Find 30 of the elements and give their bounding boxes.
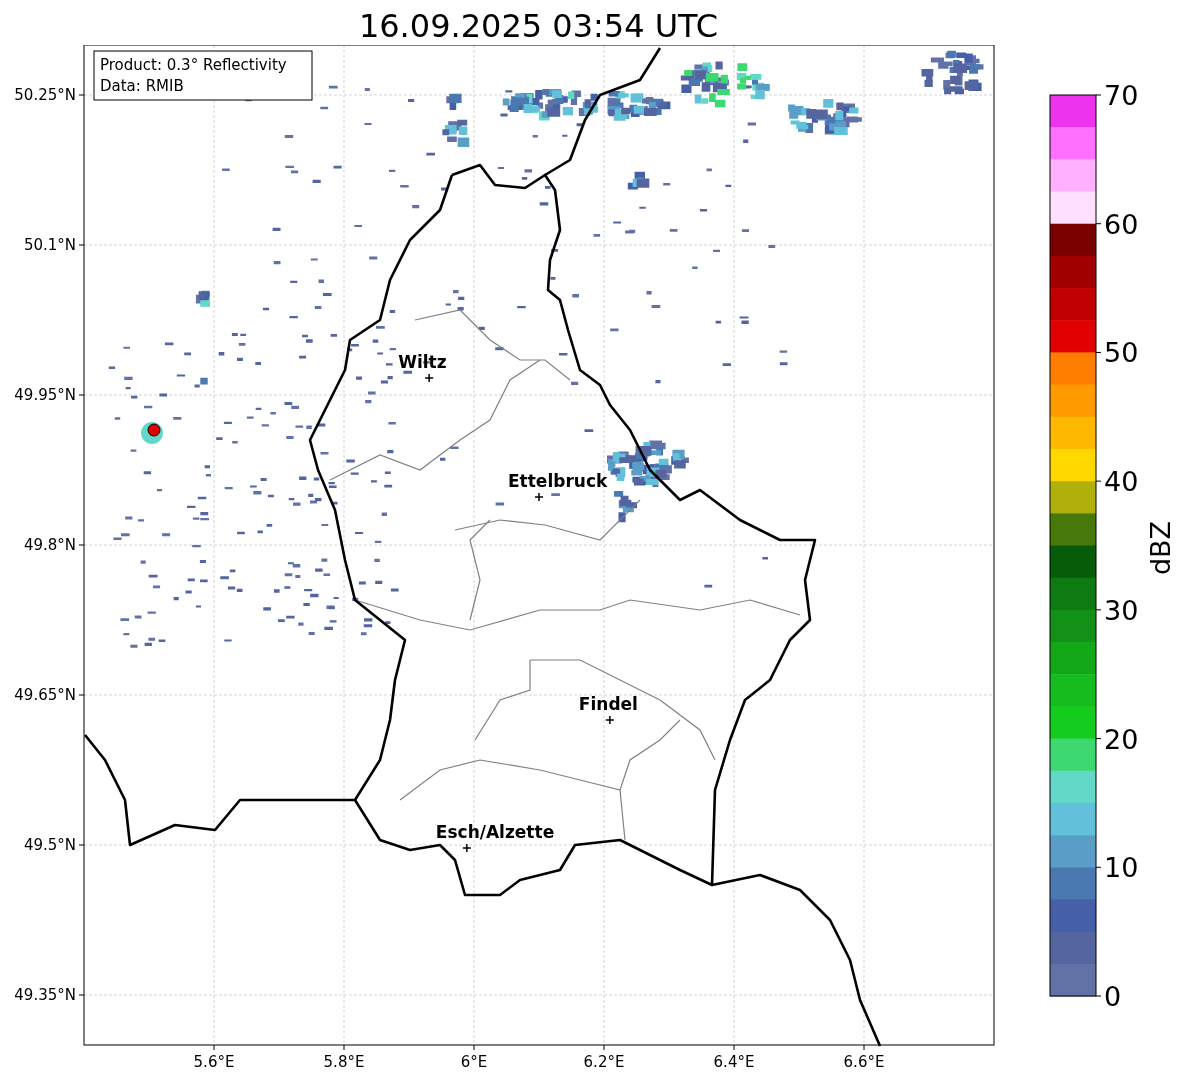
colorbar-tick-label: 0 xyxy=(1104,981,1122,1012)
colorbar-tick-label: 40 xyxy=(1104,466,1139,498)
axis-tick-label: 49.35°N xyxy=(14,986,76,1004)
radar-site-marker xyxy=(141,422,163,444)
chart-title: 16.09.2025 03:54 UTC xyxy=(357,6,720,45)
colorbar-tick-label: 50 xyxy=(1104,337,1139,369)
axis-tick-label: 6.4°E xyxy=(713,1053,755,1071)
axis-tick-label: 49.8°N xyxy=(23,536,76,554)
axis-tick-label: 50.1°N xyxy=(23,236,76,254)
axis-tick-label: 6°E xyxy=(460,1053,488,1071)
colorbar-tick-label: 60 xyxy=(1104,208,1139,240)
colorbar-tick-label: 10 xyxy=(1104,852,1139,884)
colorbar-label: dBZ xyxy=(1145,520,1176,576)
colorbar-tick-label: 30 xyxy=(1104,594,1139,626)
axis-tick-label: 6.2°E xyxy=(583,1053,625,1071)
colorbar-tick-label: 20 xyxy=(1104,723,1139,755)
city-label: Esch/Alzette xyxy=(435,822,555,842)
axis-tick-label: 6.6°E xyxy=(843,1053,885,1071)
axis-tick-label: 49.5°N xyxy=(23,836,76,854)
axis-tick-label: 49.95°N xyxy=(14,386,76,404)
axis-tick-label: 5.8°E xyxy=(323,1053,365,1071)
city-label: Findel xyxy=(578,694,638,714)
axis-tick-label: 5.6°E xyxy=(193,1053,235,1071)
axis-tick-label: 50.25°N xyxy=(14,86,76,104)
colorbar-tick-label: 70 xyxy=(1104,80,1139,111)
info-text: Data: RMIB xyxy=(100,77,184,95)
city-label: Ettelbruck xyxy=(508,471,608,491)
city-label: Wiltz xyxy=(398,352,447,372)
axis-tick-label: 49.65°N xyxy=(14,686,76,704)
info-text: Product: 0.3° Reflectivity xyxy=(100,56,287,74)
